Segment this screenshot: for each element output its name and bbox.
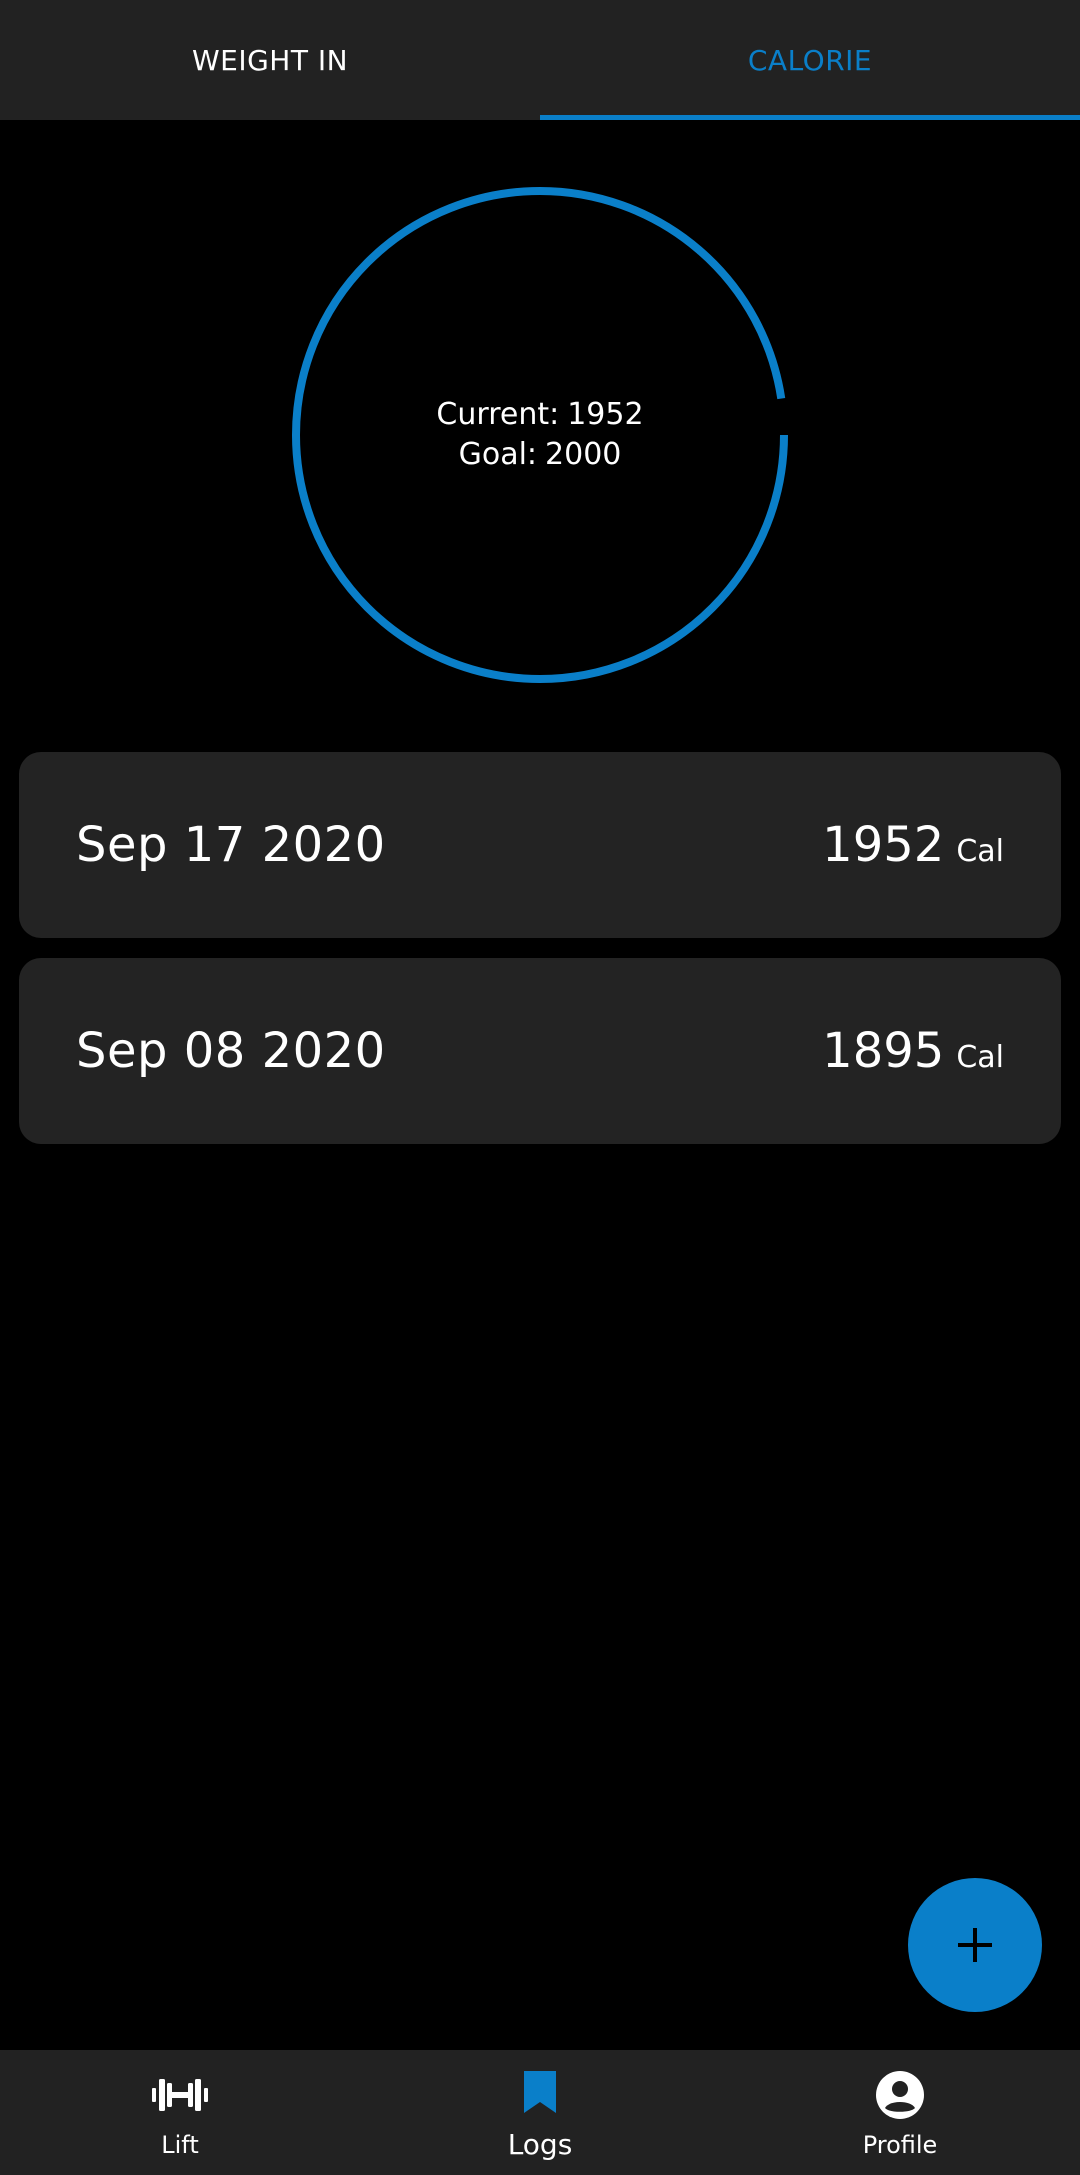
nav-item-profile[interactable]: Profile [720, 2050, 1080, 2175]
tab-weight-in[interactable]: WEIGHT IN [0, 0, 540, 120]
nav-label-logs: Logs [507, 2128, 573, 2161]
log-entry-card[interactable]: Sep 17 2020 1952 Cal [19, 752, 1061, 938]
log-entry-date: Sep 08 2020 [76, 1023, 386, 1079]
log-entry-card[interactable]: Sep 08 2020 1895 Cal [19, 958, 1061, 1144]
nav-item-lift[interactable]: Lift [0, 2050, 360, 2175]
progress-ring-text: Current: 1952 Goal: 2000 [290, 185, 790, 685]
calorie-progress-ring: Current: 1952 Goal: 2000 [290, 185, 790, 685]
current-label: Current: [436, 397, 560, 432]
nav-label-lift: Lift [161, 2130, 199, 2159]
log-entry-value: 1895 [822, 1023, 945, 1079]
tab-calorie[interactable]: CALORIE [540, 0, 1080, 120]
nav-item-logs[interactable]: Logs [360, 2050, 720, 2175]
dumbbell-icon [148, 2067, 212, 2123]
account-circle-icon [868, 2067, 932, 2123]
log-entry-calories: 1952 Cal [822, 817, 1004, 873]
log-entry-date: Sep 17 2020 [76, 817, 386, 873]
goal-value: 2000 [545, 437, 622, 472]
bookmark-icon [508, 2064, 572, 2120]
calorie-log-screen: WEIGHT IN CALORIE Current: 1952 Goal: 20… [0, 0, 1080, 2175]
log-entry-calories: 1895 Cal [822, 1023, 1004, 1079]
bottom-navigation: Lift Logs Profile [0, 2050, 1080, 2175]
top-tab-bar: WEIGHT IN CALORIE [0, 0, 1080, 120]
plus-icon [958, 1928, 992, 1962]
log-entry-unit: Cal [956, 834, 1004, 869]
current-value: 1952 [567, 397, 644, 432]
log-entry-value: 1952 [822, 817, 945, 873]
goal-label: Goal: [458, 437, 538, 472]
nav-label-profile: Profile [862, 2130, 938, 2159]
goal-line: Goal: 2000 [459, 435, 622, 475]
current-line: Current: 1952 [436, 395, 643, 435]
log-entry-unit: Cal [956, 1040, 1004, 1075]
add-entry-button[interactable] [908, 1878, 1042, 2012]
